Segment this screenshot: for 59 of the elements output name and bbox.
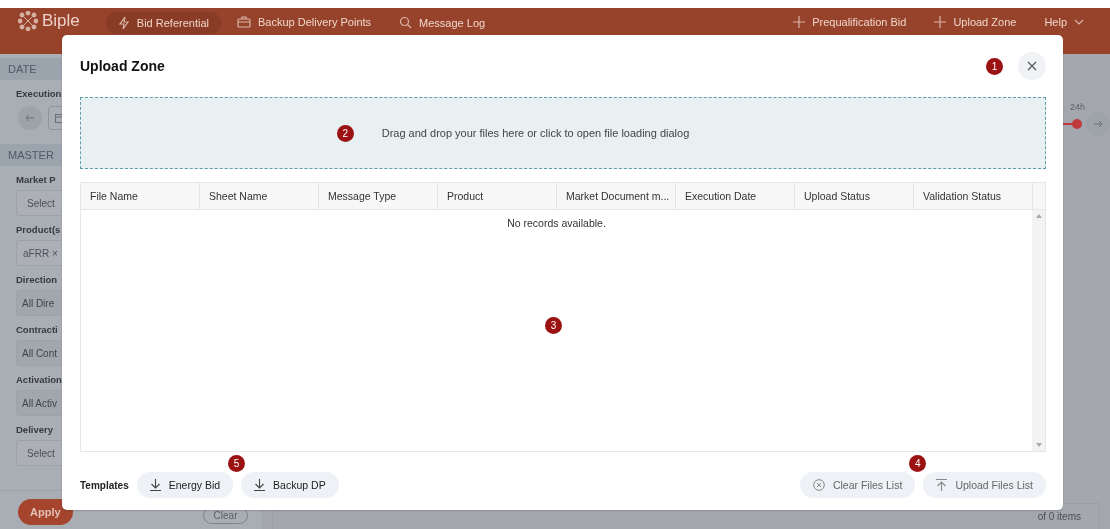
logo-icon — [18, 11, 38, 31]
column-header[interactable]: Upload Status — [795, 183, 914, 209]
field-label: Product(s — [15, 223, 62, 237]
close-icon — [1027, 61, 1037, 71]
upload-files-button[interactable]: Upload Files List — [923, 472, 1046, 498]
step-marker: 4 — [909, 455, 927, 472]
empty-message: No records available. — [507, 217, 606, 229]
column-header[interactable]: Validation Status — [914, 183, 1033, 209]
field-label: Contracti — [15, 323, 59, 337]
lightning-icon — [117, 16, 130, 30]
column-header[interactable]: Product — [438, 183, 557, 209]
column-header[interactable]: Market Document m... — [557, 183, 676, 209]
column-header[interactable]: Execution Date — [676, 183, 795, 209]
column-header[interactable]: Message Type — [319, 183, 438, 209]
template-download-button[interactable]: Energy Bid — [136, 472, 234, 498]
drop-zone-text: Drag and drop your files here or click to open file loading dialog — [381, 127, 690, 139]
templates-label: Templates — [80, 479, 129, 491]
download-icon — [254, 479, 266, 491]
header-action[interactable]: Upload Zone — [922, 12, 1029, 32]
close-button[interactable] — [1018, 52, 1046, 80]
field-label: Delivery — [15, 423, 54, 437]
arrow-right-icon — [1093, 119, 1103, 129]
logo-text: Biple — [42, 11, 80, 31]
slider-handle[interactable] — [1062, 118, 1084, 130]
chevron-down-icon — [1074, 19, 1084, 25]
search-icon — [399, 16, 413, 29]
help-menu[interactable]: Help — [1032, 12, 1096, 32]
scroll-down-icon — [1035, 443, 1042, 447]
column-header[interactable]: File Name — [81, 183, 200, 209]
apply-button[interactable]: Apply — [18, 499, 73, 525]
scrollbar[interactable] — [1032, 210, 1045, 451]
template-download-button[interactable]: Backup DP — [241, 472, 339, 498]
field-label: Market P — [15, 173, 57, 187]
step-marker: 1 — [986, 57, 1003, 75]
arrow-left-icon — [25, 113, 35, 123]
time-label: 24h — [1070, 102, 1086, 112]
nav-tab[interactable]: Bid Referential — [105, 12, 221, 34]
scroll-up-icon — [1035, 214, 1042, 218]
upload-icon — [936, 479, 948, 491]
drop-zone[interactable]: 2 Drag and drop your files here or click to open file loading dialog — [80, 97, 1046, 169]
field-label: Execution — [15, 87, 63, 101]
header-action[interactable]: Prequalification Bid — [781, 12, 919, 32]
field-label: Activation — [15, 373, 63, 387]
dialog-title: Upload Zone — [80, 58, 166, 74]
field-label: Direction — [15, 273, 59, 287]
briefcase-icon — [236, 16, 251, 28]
download-icon — [149, 479, 161, 491]
pager-info: of 0 items — [1037, 511, 1081, 522]
plus-icon — [793, 16, 806, 28]
nav-tab[interactable]: Message Log — [387, 12, 498, 33]
plus-icon — [934, 16, 947, 28]
step-marker: 5 — [228, 455, 246, 472]
circle-x-icon — [812, 479, 825, 491]
column-header[interactable]: Sheet Name — [200, 183, 319, 209]
nav-tab[interactable]: Backup Delivery Points — [224, 12, 384, 32]
clear-files-button[interactable]: Clear Files List — [799, 472, 916, 498]
previous-button[interactable] — [18, 106, 42, 130]
step-marker: 3 — [545, 317, 562, 334]
step-marker: 2 — [336, 124, 354, 142]
